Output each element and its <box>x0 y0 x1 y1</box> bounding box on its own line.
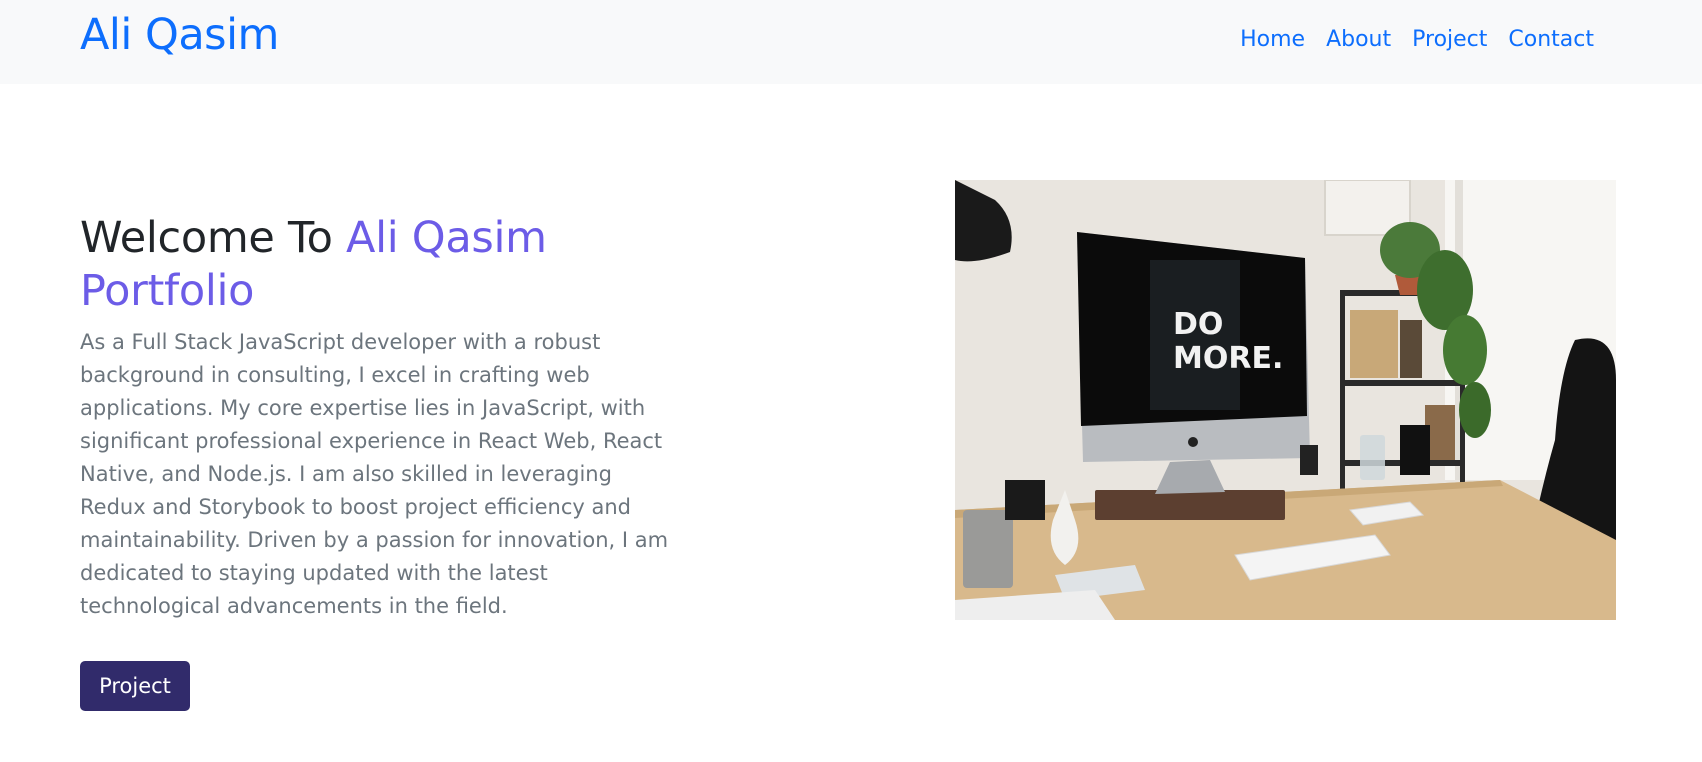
screen-text-1: DO <box>1173 307 1223 342</box>
hero-section: Welcome To Ali Qasim Portfolio As a Full… <box>80 212 680 623</box>
hero-title: Welcome To Ali Qasim Portfolio <box>80 212 680 318</box>
nav-link-home[interactable]: Home <box>1240 27 1305 52</box>
screen-text-2: MORE. <box>1173 341 1283 376</box>
hero-image: DO MORE. <box>955 180 1616 620</box>
navbar: Ali Qasim Home About Project Contact <box>0 0 1702 84</box>
brand-link[interactable]: Ali Qasim <box>80 10 279 60</box>
project-button[interactable]: Project <box>80 661 190 711</box>
glass-icon <box>1360 435 1385 480</box>
nav-links: Home About Project Contact <box>1240 27 1594 52</box>
nav-link-project[interactable]: Project <box>1412 27 1487 52</box>
desk-illustration: DO MORE. <box>955 180 1616 620</box>
pen-holder-icon <box>963 510 1013 588</box>
hero-title-prefix: Welcome To <box>80 213 346 263</box>
nav-link-contact[interactable]: Contact <box>1508 27 1594 52</box>
nav-link-about[interactable]: About <box>1326 27 1391 52</box>
hero-description: As a Full Stack JavaScript developer wit… <box>80 330 669 618</box>
